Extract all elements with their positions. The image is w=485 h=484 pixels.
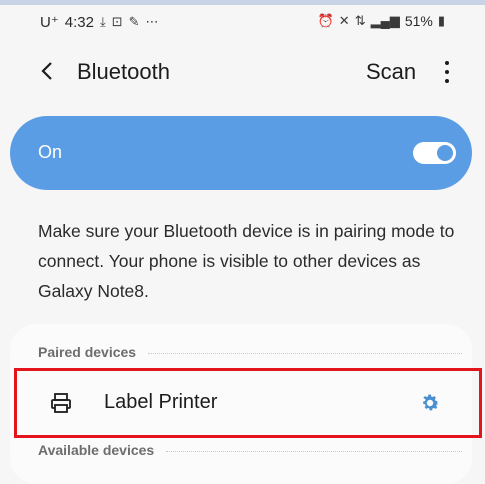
paired-devices-header: Paired devices xyxy=(38,344,462,360)
more-options-button[interactable] xyxy=(438,56,456,86)
status-bar: U⁺ 4:32 ⤓ ⊡ ✎ ⋯ ⏰ ✕ ⇅ ▂▄▆ 51% ▮ xyxy=(0,5,485,39)
toggle-knob xyxy=(437,145,453,161)
bluetooth-master-switch[interactable]: On xyxy=(10,116,472,190)
device-row-label-printer[interactable]: Label Printer xyxy=(16,372,482,434)
bluetooth-toggle[interactable] xyxy=(413,142,456,164)
page-title: Bluetooth xyxy=(77,59,170,84)
paired-devices-label: Paired devices xyxy=(38,344,137,360)
back-button[interactable] xyxy=(36,56,60,86)
divider xyxy=(166,450,462,452)
alarm-icon: ⏰ xyxy=(317,13,334,28)
scan-button[interactable]: Scan xyxy=(366,59,416,85)
more-vertical-icon xyxy=(438,61,456,83)
available-devices-header: Available devices xyxy=(38,442,462,458)
divider xyxy=(148,352,462,354)
gear-icon[interactable] xyxy=(419,392,441,414)
switch-state-label: On xyxy=(38,142,63,162)
more-notifications-icon: ⋯ xyxy=(145,14,159,29)
visibility-description: Make sure your Bluetooth device is in pa… xyxy=(38,221,455,301)
mute-icon: ✕ xyxy=(338,13,350,28)
status-right: ⏰ ✕ ⇅ ▂▄▆ 51% ▮ xyxy=(318,13,445,29)
status-time: 4:32 xyxy=(64,13,94,31)
pen-icon: ✎ xyxy=(128,14,140,29)
battery-icon: ▮ xyxy=(437,13,445,28)
lte-icon: ⇅ xyxy=(354,13,366,28)
download-icon: ⤓ xyxy=(99,14,106,29)
battery-percent: 51% xyxy=(404,13,433,29)
available-devices-label: Available devices xyxy=(38,442,155,458)
carrier-label: U⁺ xyxy=(40,14,59,31)
device-name: Label Printer xyxy=(104,391,218,413)
lock-icon: ⊡ xyxy=(111,14,123,29)
status-left: U⁺ 4:32 ⤓ ⊡ ✎ ⋯ xyxy=(40,13,159,32)
app-bar: Bluetooth Scan xyxy=(0,50,485,94)
signal-icon: ▂▄▆ xyxy=(370,13,400,28)
printer-icon xyxy=(51,393,71,413)
back-chevron-icon xyxy=(41,62,52,80)
